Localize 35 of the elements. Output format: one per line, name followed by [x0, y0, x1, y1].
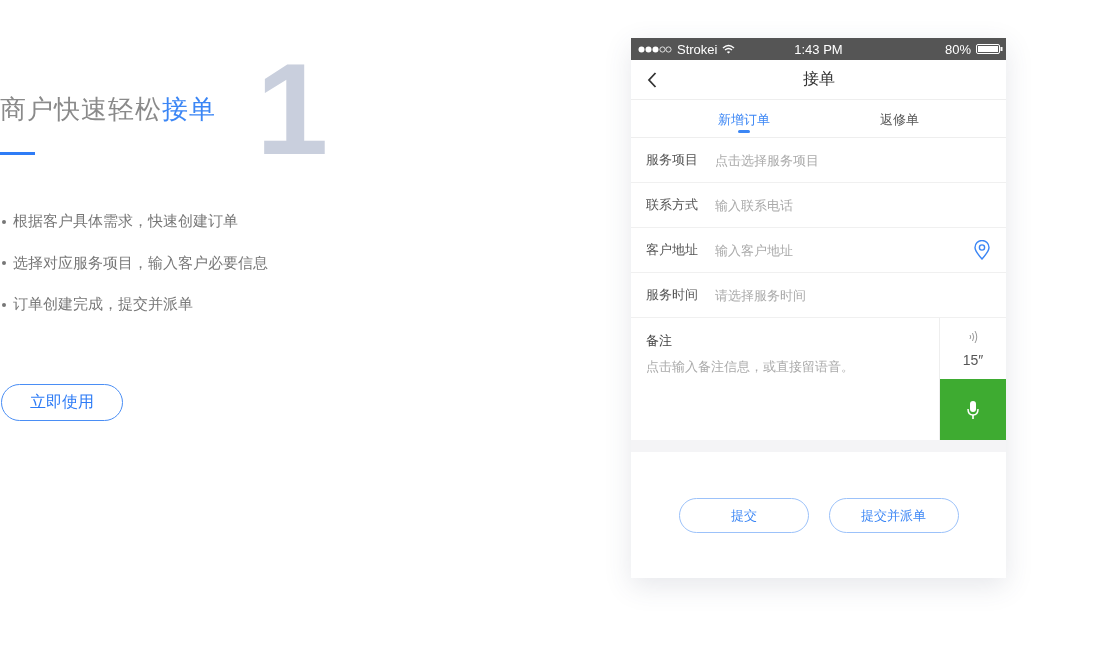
bullet-dot — [2, 219, 6, 224]
signal-icon — [638, 45, 672, 53]
clock-time: 1:43 PM — [793, 41, 844, 57]
field-label: 客户地址 — [646, 241, 699, 259]
bullet-dot — [2, 261, 6, 265]
field-label: 联系方式 — [646, 196, 699, 214]
battery-percent: 80% — [944, 41, 971, 57]
bullet-text: 选择对应服务项目，输入客户必要信息 — [13, 253, 268, 273]
field-label: 服务项目 — [646, 151, 699, 169]
back-icon[interactable] — [647, 71, 657, 88]
field-label: 备注 — [646, 332, 673, 350]
field-label: 服务时间 — [646, 286, 699, 304]
microphone-icon — [967, 399, 979, 420]
input-field[interactable]: 请选择服务时间 — [715, 287, 991, 303]
tab[interactable]: 返修单 — [880, 100, 919, 137]
bullet-dot — [2, 302, 6, 307]
heading: 商户快速轻松接单 — [0, 93, 216, 126]
voice-duration: 15″ — [962, 351, 984, 368]
wifi-icon — [722, 44, 736, 54]
input-field[interactable]: 输入客户地址 — [715, 242, 974, 258]
use-now-button[interactable]: 立即使用 — [1, 383, 123, 421]
page-title: 接单 — [802, 69, 835, 89]
carrier-name: Strokei — [677, 41, 718, 57]
input-field[interactable]: 输入联系电话 — [715, 197, 991, 213]
tab[interactable]: 新增订单 — [718, 100, 770, 137]
submit-button[interactable]: 提交并派单 — [828, 498, 959, 533]
battery-icon — [976, 44, 1003, 54]
input-field[interactable]: 点击选择服务项目 — [715, 152, 991, 168]
submit-button[interactable]: 提交 — [678, 498, 809, 533]
accent-bar — [0, 152, 35, 155]
bullet-text: 订单创建完成，提交并派单 — [13, 295, 193, 314]
record-button[interactable] — [940, 379, 1006, 440]
bullet-text: 根据客户具体需求，快速创建订单 — [13, 212, 238, 231]
location-pin-icon[interactable] — [974, 240, 990, 260]
sound-wave-icon — [968, 329, 978, 344]
